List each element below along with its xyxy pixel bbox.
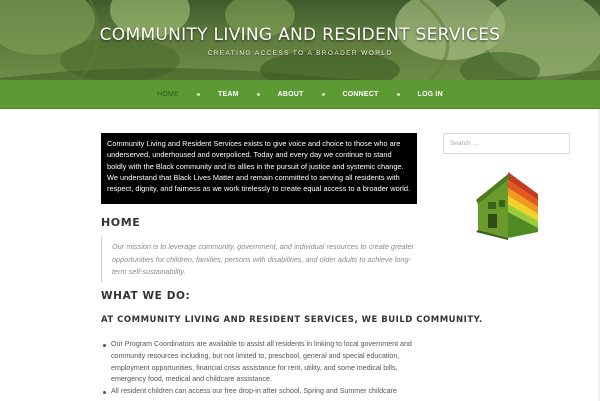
nav-item-connect[interactable]: CONNECT — [343, 91, 379, 98]
services-list: Our Program Coordinators are available t… — [101, 339, 423, 398]
site-title[interactable]: COMMUNITY LIVING AND RESIDENT SERVICES — [0, 25, 600, 45]
mission-quote: Our mission is to leverage community, go… — [101, 236, 417, 282]
green-house-image — [476, 172, 538, 240]
build-community-subheading: AT COMMUNITY LIVING AND RESIDENT SERVICE… — [101, 315, 483, 325]
main-navigation: HOME TEAM ABOUT CONNECT LOG IN — [0, 80, 600, 109]
what-we-do-heading: WHAT WE DO: — [101, 290, 191, 302]
list-item: Our Program Coordinators are available t… — [101, 339, 423, 386]
nav-item-team[interactable]: TEAM — [218, 91, 239, 98]
nav-separator — [321, 92, 325, 96]
page-title: HOME — [101, 216, 141, 229]
site-tagline: CREATING ACCESS TO A BROADER WORLD — [207, 50, 393, 57]
nav-separator — [396, 92, 400, 96]
search-input[interactable] — [443, 133, 570, 154]
nav-item-about[interactable]: ABOUT — [278, 91, 304, 98]
nav-separator — [196, 92, 200, 96]
header-banner: COMMUNITY LIVING AND RESIDENT SERVICES C… — [0, 0, 600, 80]
list-item: All resident children can access our fre… — [101, 386, 423, 398]
nav-item-login[interactable]: LOG IN — [418, 91, 443, 98]
mission-statement: Community Living and Resident Services e… — [101, 133, 417, 204]
nav-separator — [256, 92, 260, 96]
nav-item-home[interactable]: HOME — [157, 91, 179, 98]
